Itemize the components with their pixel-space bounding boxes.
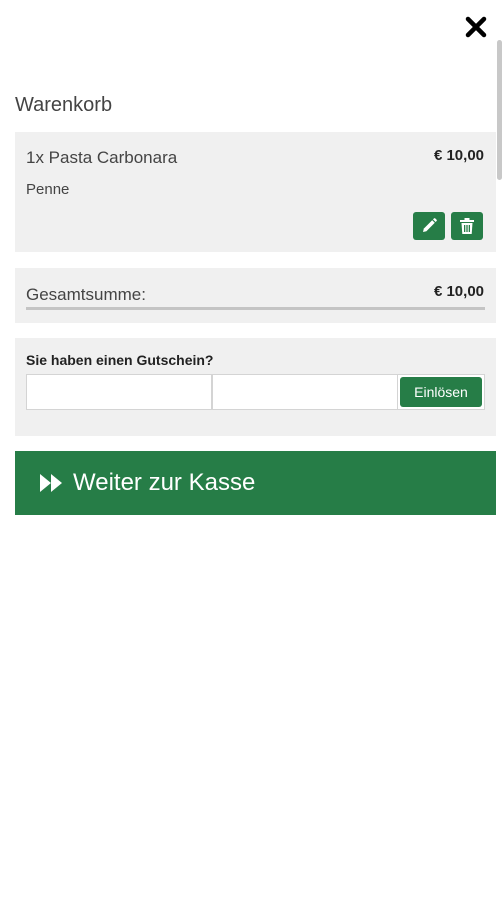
close-button[interactable]: [463, 14, 489, 40]
total-label: Gesamtsumme:: [26, 285, 146, 304]
voucher-code-input[interactable]: [26, 374, 212, 410]
edit-item-button[interactable]: [413, 212, 445, 240]
cart-item-name: 1x Pasta Carbonara: [26, 148, 178, 167]
cart-total: Gesamtsumme: € 10,00: [15, 268, 496, 323]
fast-forward-icon: [39, 472, 65, 494]
cart-item-option: Penne: [26, 181, 70, 198]
pencil-icon: [423, 218, 437, 232]
checkout-button[interactable]: Weiter zur Kasse: [15, 451, 496, 515]
cart-item: 1x Pasta Carbonara € 10,00 Penne: [15, 132, 496, 252]
close-icon: [465, 16, 487, 38]
delete-item-button[interactable]: [451, 212, 483, 240]
trash-icon: [460, 218, 474, 234]
total-divider: [26, 307, 485, 310]
voucher-section: Sie haben einen Gutschein? Einlösen: [15, 338, 496, 436]
cart-page: Warenkorb 1x Pasta Carbonara € 10,00 Pen…: [0, 0, 503, 900]
checkout-label: Weiter zur Kasse: [73, 469, 256, 496]
total-value: € 10,00: [433, 283, 484, 300]
scrollbar-thumb[interactable]: [497, 40, 502, 180]
voucher-label: Sie haben einen Gutschein?: [26, 352, 214, 368]
voucher-pin-input[interactable]: [212, 374, 398, 410]
cart-item-price: € 10,00: [433, 147, 484, 164]
redeem-button[interactable]: Einlösen: [400, 377, 482, 407]
scrollbar[interactable]: [496, 0, 503, 900]
page-title: Warenkorb: [15, 94, 113, 116]
